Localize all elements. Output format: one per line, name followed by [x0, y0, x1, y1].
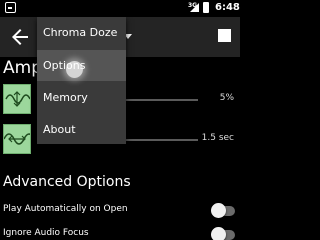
setting-label: Ignore Audio Focus: [3, 228, 89, 238]
play-automatically-toggle[interactable]: [211, 203, 235, 218]
menu-item-about[interactable]: About: [37, 114, 126, 145]
period-value: 1.5 sec: [201, 133, 234, 143]
advanced-options-title: Advanced Options: [3, 174, 131, 190]
menu-item-chroma-doze[interactable]: Chroma Doze: [37, 17, 126, 48]
back-arrow-icon[interactable]: [8, 25, 32, 49]
period-icon: [3, 124, 35, 154]
toggle-knob: [211, 203, 226, 218]
status-bar: 3G 6:48: [0, 0, 240, 17]
setting-play-automatically[interactable]: Play Automatically on Open: [0, 201, 240, 223]
battery-icon: [203, 2, 209, 13]
amplitude-value: 5%: [219, 93, 234, 103]
stop-icon[interactable]: [218, 29, 231, 42]
notification-icon: [5, 2, 16, 13]
clock: 6:48: [215, 2, 240, 13]
waveform-icon: [3, 84, 31, 114]
toggle-knob: [211, 227, 226, 240]
setting-label: Play Automatically on Open: [3, 204, 128, 214]
ignore-audio-focus-toggle[interactable]: [211, 227, 235, 240]
menu-item-memory[interactable]: Memory: [37, 82, 126, 113]
signal-icon: [190, 3, 199, 12]
overflow-menu: Chroma Doze Options Memory About: [37, 17, 126, 144]
setting-ignore-audio-focus[interactable]: Ignore Audio Focus: [0, 225, 240, 240]
touch-indicator: [66, 61, 83, 78]
